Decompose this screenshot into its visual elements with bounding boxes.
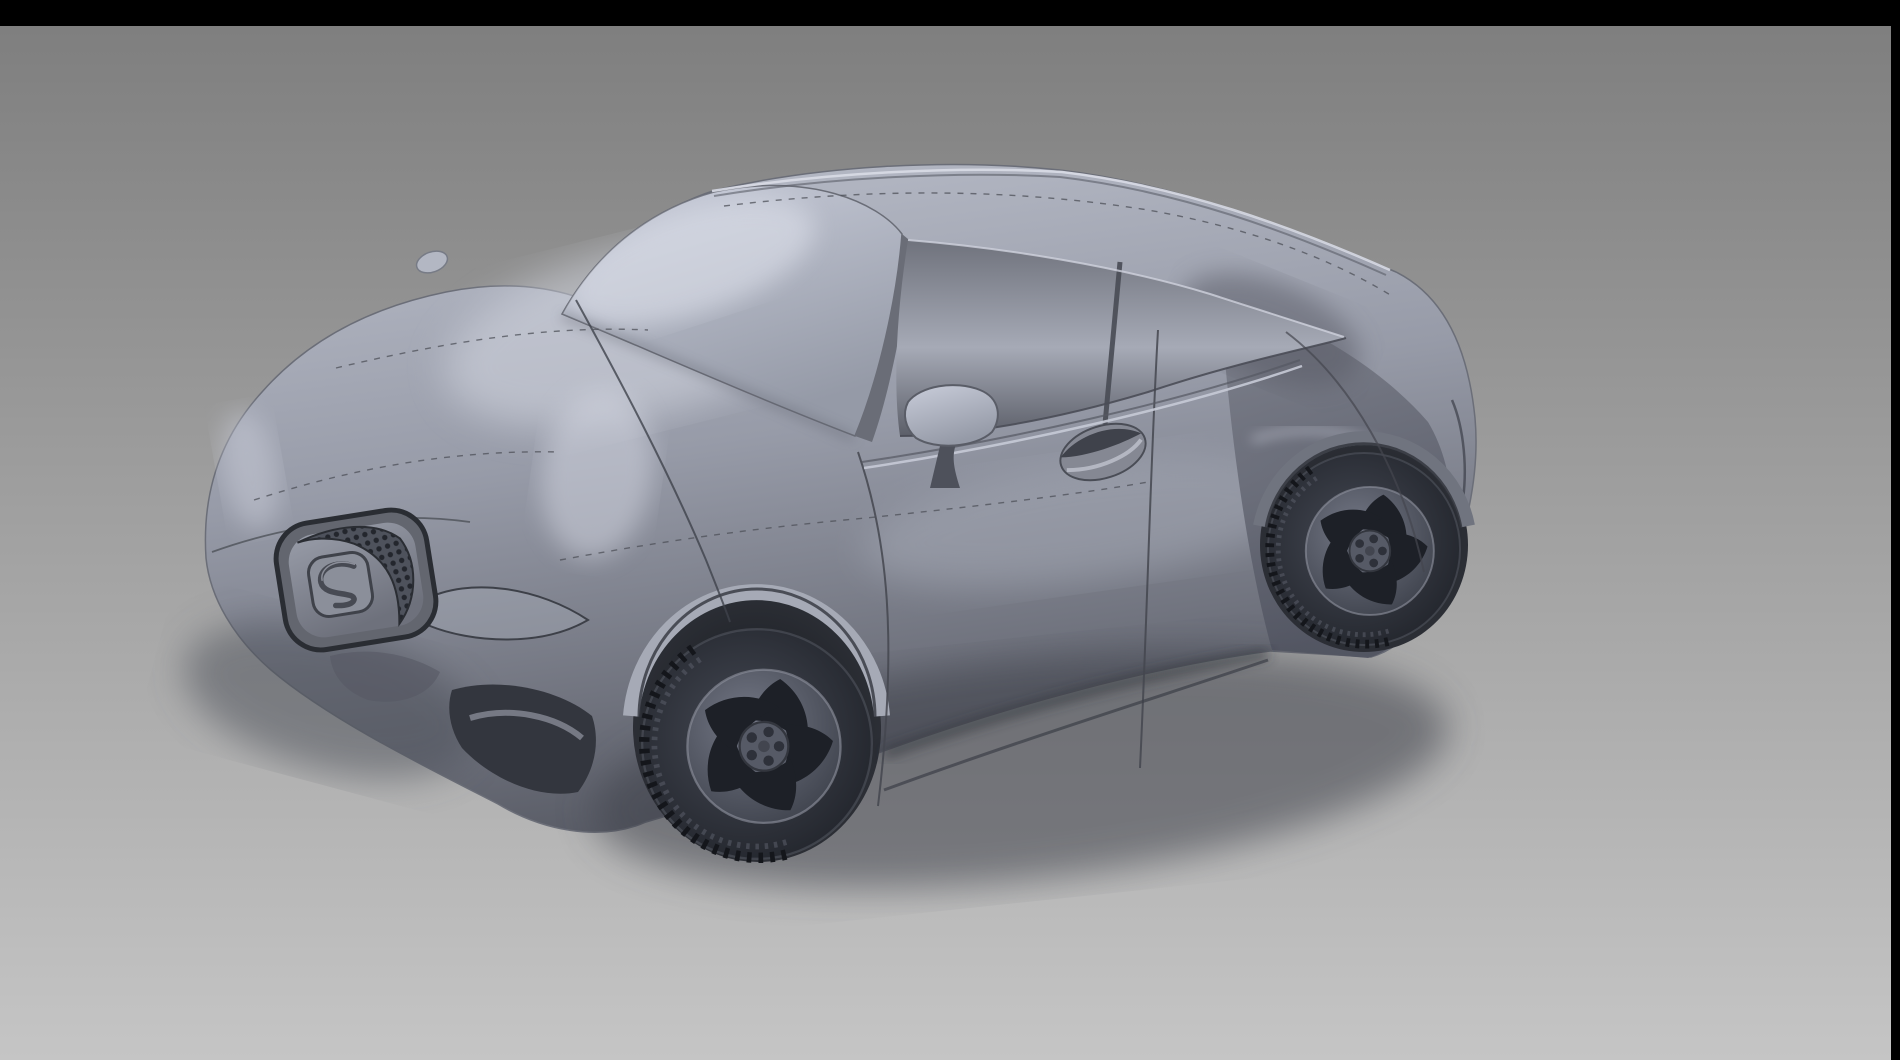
seat-badge <box>306 550 375 619</box>
application-window <box>0 0 1900 1060</box>
mirror-body <box>905 385 998 446</box>
front-wheel <box>642 629 872 859</box>
right-letterbox-bar <box>1891 0 1900 1060</box>
top-letterbox-bar <box>0 0 1900 26</box>
viewport-canvas[interactable] <box>0 0 1900 1060</box>
front-grille <box>271 505 441 655</box>
rear-wheel <box>1268 453 1460 645</box>
